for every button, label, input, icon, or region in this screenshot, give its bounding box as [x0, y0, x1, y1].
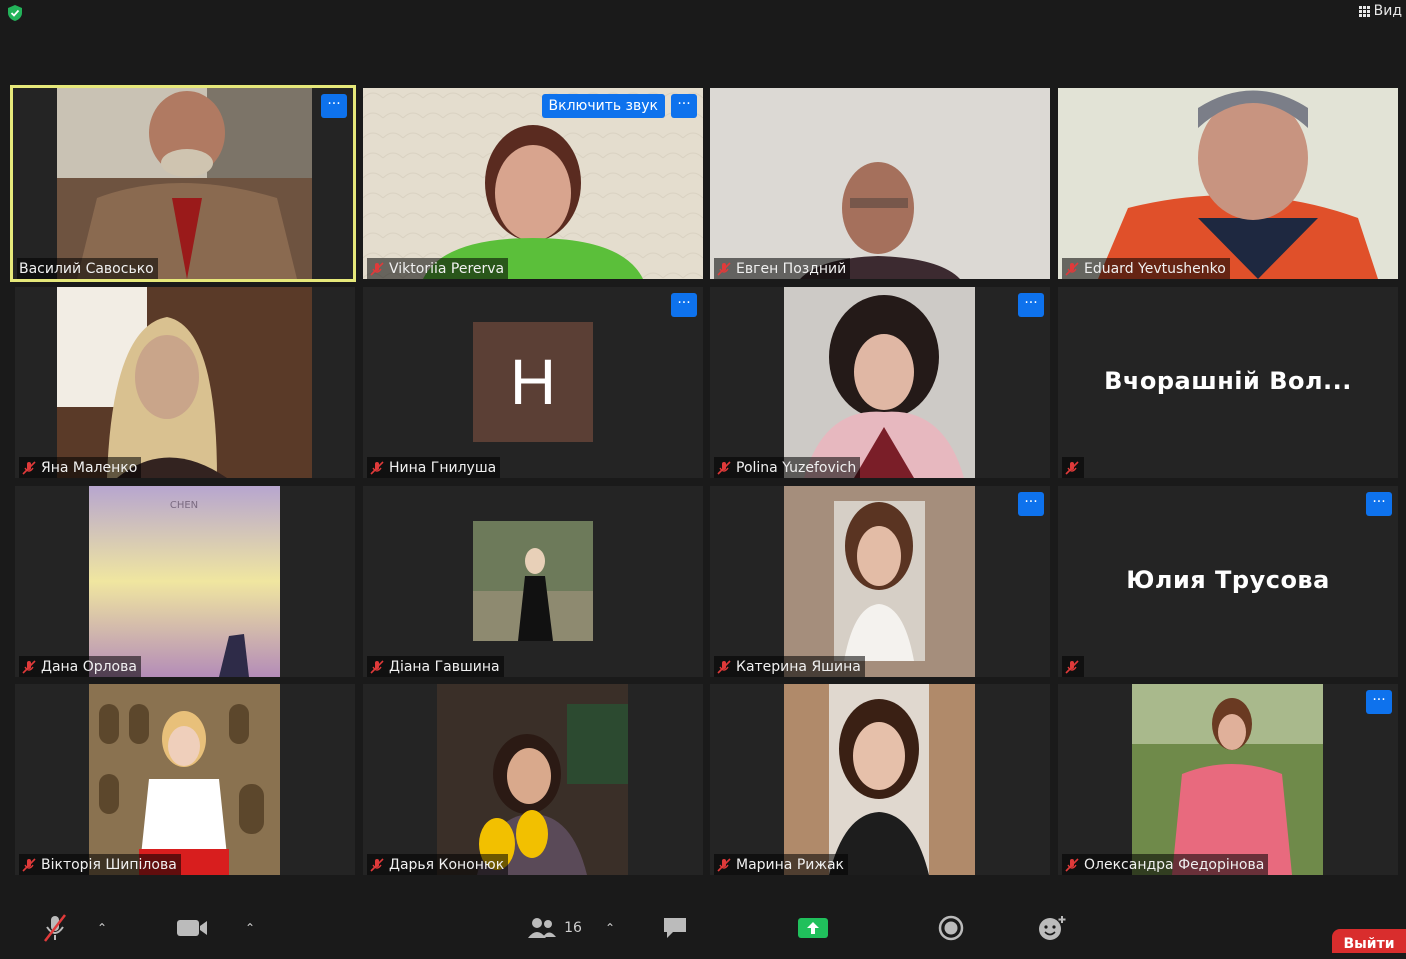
video-button[interactable] [172, 903, 212, 953]
mic-muted-icon [370, 659, 384, 674]
video-options-caret[interactable]: ⌃ [240, 903, 260, 953]
record-button[interactable] [934, 903, 968, 953]
mic-muted-icon [717, 659, 731, 674]
share-screen-button[interactable] [796, 903, 830, 953]
participant-video [784, 486, 975, 677]
participant-video: CHEN [89, 486, 280, 677]
video-tile[interactable]: CHEN Дана Орлова [15, 486, 355, 677]
participants-icon [528, 918, 557, 938]
chat-bubble-icon [664, 918, 686, 938]
participant-video [710, 88, 1050, 279]
participant-name-label: Олександра Федорінова [1062, 854, 1269, 875]
participants-options-caret[interactable]: ⌃ [600, 903, 620, 953]
video-tile[interactable]: Вчорашній Вол... [1058, 287, 1398, 478]
more-options-button[interactable]: ··· [1366, 492, 1392, 516]
participant-video [437, 684, 628, 875]
album-cover-text: CHEN [170, 500, 198, 511]
participant-video [57, 88, 312, 279]
participant-name-label: Яна Маленко [19, 457, 142, 478]
participant-video [473, 521, 593, 641]
participant-video [1058, 88, 1398, 279]
video-camera-icon [177, 920, 207, 936]
more-options-button[interactable]: ··· [1018, 293, 1044, 317]
more-options-button[interactable]: ··· [1018, 492, 1044, 516]
video-tile[interactable]: Дарья Кононюк [363, 684, 703, 875]
participant-name-label [1062, 457, 1084, 478]
participant-avatar: H [473, 322, 593, 442]
participant-video [89, 684, 280, 875]
gallery-grid-icon [1358, 5, 1370, 17]
video-tile[interactable]: Яна Маленко [15, 287, 355, 478]
participants-count: 16 [564, 920, 582, 936]
security-shield-icon[interactable] [6, 4, 24, 22]
reactions-button[interactable] [1034, 903, 1070, 953]
participant-display-name: Юлия Трусова [1126, 566, 1330, 594]
mic-muted-icon [1065, 460, 1079, 475]
mic-muted-icon [370, 261, 384, 276]
participant-video [784, 287, 975, 478]
mic-muted-icon [370, 857, 384, 872]
video-tile[interactable]: Марина Рижак [710, 684, 1050, 875]
participant-name-label [1062, 656, 1084, 677]
video-tile[interactable]: Діана Гавшина [363, 486, 703, 677]
more-options-button[interactable]: ··· [671, 293, 697, 317]
reaction-smiley-icon [1039, 916, 1066, 940]
mic-muted-icon [370, 460, 384, 475]
video-tile[interactable]: ··· Олександра Федорінова [1058, 684, 1398, 875]
record-icon [938, 915, 964, 941]
more-options-button[interactable]: ··· [1366, 690, 1392, 714]
participant-name-label: Polina Yuzefovich [714, 457, 861, 478]
participant-name-label: Діана Гавшина [367, 656, 504, 677]
chat-button[interactable] [658, 903, 692, 953]
mic-muted-icon [22, 460, 36, 475]
participant-video [57, 287, 312, 478]
mic-muted-icon [717, 460, 731, 475]
mic-muted-icon [1065, 261, 1079, 276]
participant-video [1132, 684, 1323, 875]
mic-muted-icon [1065, 857, 1079, 872]
mic-muted-icon [717, 261, 731, 276]
video-tile[interactable]: ··· Катерина Яшина [710, 486, 1050, 677]
participant-name-label: Дана Орлова [19, 656, 141, 677]
mic-muted-icon [1065, 659, 1079, 674]
mic-muted-icon [717, 857, 731, 872]
participant-name-label: Марина Рижак [714, 854, 849, 875]
share-screen-icon [798, 918, 828, 938]
video-tile[interactable]: Вікторія Шипілова [15, 684, 355, 875]
audio-options-caret[interactable]: ⌃ [92, 903, 112, 953]
video-tile[interactable]: ··· Юлия Трусова [1058, 486, 1398, 677]
unmute-request-button[interactable]: Включить звук [541, 94, 665, 118]
participants-button[interactable]: 16 [524, 903, 584, 953]
view-button[interactable]: Вид [1352, 1, 1406, 21]
video-tile[interactable]: Eduard Yevtushenko [1058, 88, 1398, 279]
more-options-button[interactable]: ··· [671, 94, 697, 118]
participant-name-label: Катерина Яшина [714, 656, 865, 677]
participant-name-label: Eduard Yevtushenko [1062, 258, 1230, 279]
participant-video [784, 684, 975, 875]
participant-name-label: Евген Поздний [714, 258, 851, 279]
unmute-button[interactable] [38, 903, 72, 953]
video-tile[interactable]: ··· Василий Савосько [10, 85, 356, 282]
mic-muted-icon [22, 857, 36, 872]
participant-name-label: Василий Савосько [17, 258, 158, 279]
video-tile[interactable]: Евген Поздний [710, 88, 1050, 279]
video-tile[interactable]: H ··· Нина Гнилуша [363, 287, 703, 478]
more-options-button[interactable]: ··· [321, 94, 347, 118]
participant-name-label: Дарья Кононюк [367, 854, 509, 875]
video-tile[interactable]: Включить звук ··· Viktoriia Pererva [363, 88, 703, 279]
leave-meeting-button[interactable]: Выйти [1332, 929, 1406, 953]
participant-name-label: Вікторія Шипілова [19, 854, 181, 875]
participant-name-label: Viktoriia Pererva [367, 258, 509, 279]
microphone-muted-icon [44, 914, 66, 942]
participant-name-label: Нина Гнилуша [367, 457, 501, 478]
view-label: Вид [1373, 3, 1402, 19]
participant-display-name: Вчорашній Вол... [1104, 367, 1352, 395]
video-tile[interactable]: ··· Polina Yuzefovich [710, 287, 1050, 478]
mic-muted-icon [22, 659, 36, 674]
meeting-toolbar: ⌃ ⌃ 16 ⌃ Выйти [0, 903, 1406, 953]
